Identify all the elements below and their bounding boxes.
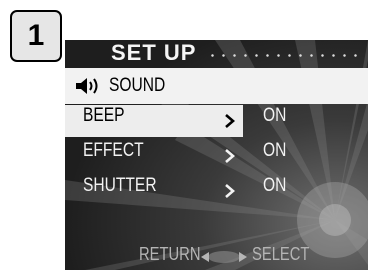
sound-header-label: SOUND: [109, 75, 166, 96]
menu-item-value: ON: [263, 140, 287, 161]
title-dotted-line: [207, 54, 363, 57]
chevron-right-icon: [225, 149, 235, 163]
chevron-right-icon: [225, 114, 235, 128]
menu-item-effect[interactable]: EFFECT ON: [65, 140, 368, 172]
sound-section-header[interactable]: SOUND: [65, 68, 368, 104]
footer-hint-bar: RETURN SELECT: [65, 244, 368, 270]
menu-item-label: SHUTTER: [83, 175, 157, 196]
menu-item-label: EFFECT: [83, 140, 144, 161]
menu-item-shutter[interactable]: SHUTTER ON: [65, 175, 368, 207]
menu-item-value: ON: [263, 175, 287, 196]
return-hint-label: RETURN: [139, 244, 201, 264]
menu-title: SET UP: [111, 40, 197, 65]
speaker-icon: [76, 78, 98, 94]
step-number-badge: 1: [10, 10, 62, 62]
menu-item-beep[interactable]: BEEP ON: [65, 105, 368, 137]
select-hint-label: SELECT: [252, 244, 310, 264]
menu-item-value: ON: [263, 105, 287, 126]
chevron-right-icon: [225, 184, 235, 198]
left-right-arrows-icon: [201, 251, 247, 263]
camera-lcd-screen: SET UP SOUND BEEP ON EFFECT ON SHUTTER O…: [65, 40, 368, 270]
menu-item-label: BEEP: [83, 105, 125, 126]
